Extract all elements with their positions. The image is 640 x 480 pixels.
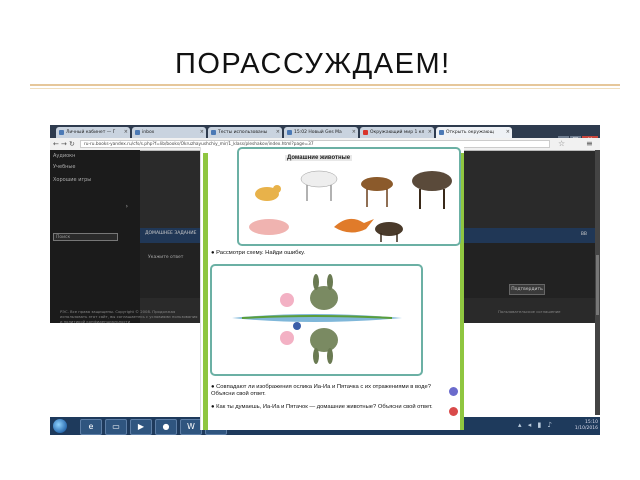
chevron-right-icon[interactable]: › [126,203,128,210]
explorer-icon[interactable]: ▭ [105,419,127,435]
calf-icon [375,222,403,236]
close-icon[interactable]: × [200,127,204,138]
piglet-icon [280,293,294,307]
start-button[interactable] [53,419,67,433]
menu-icon[interactable]: ≡ [586,139,593,148]
chrome-icon[interactable]: ● [155,419,177,435]
tab-3[interactable]: Тесты использованы × [208,127,282,138]
title-rule-thin [30,88,620,89]
panel-title: Домашние животные [285,155,353,161]
prompt-find-error: ● Рассмотри схему. Найди ошибку. [211,250,306,256]
footer-copyright: РЭС. Все права защищены. Copyright © 200… [60,309,198,324]
page-icon [59,130,64,135]
page-icon [135,130,140,135]
footer-link[interactable]: Пользовательское соглашение [498,309,588,314]
reflection-illustration [232,274,402,364]
strip-label: ДОМАШНЕЕ ЗАДАНИЕ [145,231,197,236]
submit-button[interactable]: Подтвердить [509,284,545,295]
tab-4[interactable]: 15:02 Новый Ges Ma × [284,127,358,138]
left-item-2[interactable]: Учебные [53,164,75,170]
strip-right-label: ВВ [580,232,587,237]
close-icon[interactable]: × [428,127,432,138]
page-icon [287,130,292,135]
back-icon[interactable]: ← [53,140,59,148]
close-icon[interactable]: × [276,127,280,138]
close-icon[interactable]: × [124,127,128,138]
scrollbar-thumb[interactable] [596,255,599,315]
page-icon [363,130,368,135]
tab-1[interactable]: Личный кабинет — Г × [56,127,130,138]
apple-icon [449,407,458,416]
donkey-icon [361,177,393,191]
goat-icon [300,170,338,188]
textbook-page: Домашние животные ● Рассмотри схему. Най… [200,147,464,430]
slide-title: ПОРАССУЖДАЕМ! [175,48,451,80]
ie-icon[interactable]: e [80,419,102,435]
tab-bar: Личный кабинет — Г × inbox × Тесты испол… [50,125,600,144]
tab-6-active[interactable]: Открыть окружающ × [436,127,512,138]
animals-illustration [249,170,452,242]
forward-icon[interactable]: → [61,140,67,148]
page-left-border [203,153,208,430]
domestic-animals-panel: Домашние животные [237,147,461,246]
word-icon[interactable]: W [180,419,202,435]
question-2: ● Как ты думаешь, Иа-Иа и Пятачок — дома… [211,404,433,410]
eeyore-reflection-icon [310,328,338,352]
media-icon[interactable]: ▶ [130,419,152,435]
title-rule [30,84,620,86]
pig-icon [249,219,289,235]
answer-prompt: Укажите ответ [148,255,184,260]
question-1: ● Совпадают ли изображения ослика Иа-Иа … [211,384,431,397]
tab-2[interactable]: inbox × [132,127,206,138]
left-item-3[interactable]: Хорошие игры [53,177,91,183]
bookmark-star-icon[interactable]: ☆ [558,139,565,148]
reflection-panel [210,264,423,376]
tray-icons[interactable]: ▴ ◂ ▮ ♪ [518,421,554,429]
globe-icon [449,387,458,396]
piglet-reflection-icon [280,331,294,345]
cow-icon [412,171,452,191]
page-icon [211,130,216,135]
page-icon [439,130,444,135]
clock-date: 1/10/2016 [574,426,598,431]
donkey-eeyore-icon [310,286,338,310]
clock[interactable]: 15:10 1/10/2016 [558,420,598,432]
window-controls: –□× [557,126,598,144]
close-icon[interactable]: × [506,127,510,138]
tab-5[interactable]: Окружающий мир 1 кл × [360,127,434,138]
search-input[interactable]: Поиск [53,233,118,241]
reload-icon[interactable]: ↻ [69,140,75,148]
close-icon[interactable]: × [352,127,356,138]
fox-icon [334,218,374,233]
left-item-1[interactable]: Аудиокн [53,153,75,159]
